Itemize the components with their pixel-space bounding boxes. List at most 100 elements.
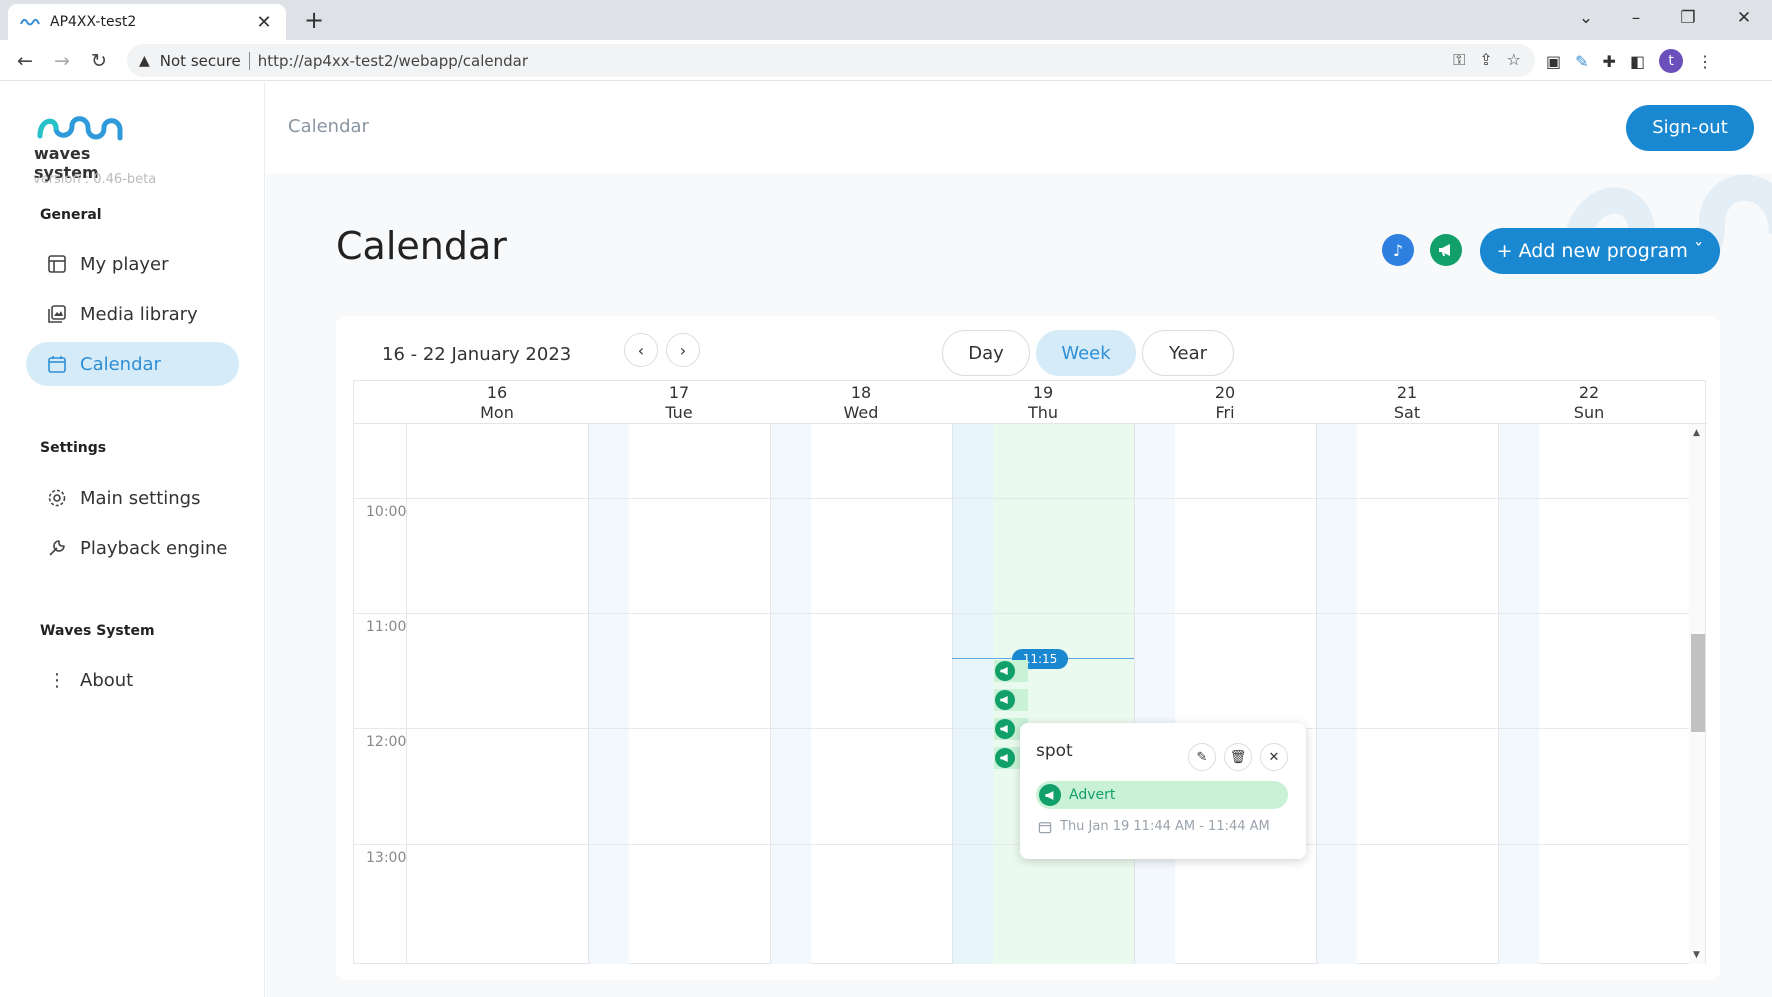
day-column-wed[interactable] (770, 424, 952, 964)
day-header-sun[interactable]: 22 Sun (1498, 383, 1680, 423)
calendar-icon (46, 353, 68, 375)
url-text[interactable]: http://ap4xx-test2/webapp/calendar (258, 52, 528, 70)
music-filter-icon[interactable]: ♪ (1382, 234, 1414, 266)
main-content: Calendar ♪ + Add new program ˇ 16 - 22 J… (266, 174, 1772, 997)
sidebar-item-label: Main settings (80, 487, 201, 509)
day-header-tue[interactable]: 17 Tue (588, 383, 770, 423)
top-bar: Calendar Sign-out (266, 82, 1772, 174)
hour-line (354, 498, 1691, 499)
advert-icon (995, 661, 1015, 681)
scroll-thumb[interactable] (1691, 634, 1705, 732)
day-column-sun[interactable] (1498, 424, 1691, 964)
trash-icon: 🗑 (1229, 749, 1247, 765)
calendar-small-icon (1038, 821, 1052, 833)
tab-close-icon[interactable]: ✕ (254, 12, 274, 33)
scroll-up-icon[interactable]: ▲ (1693, 428, 1700, 438)
advert-icon (995, 690, 1015, 710)
browser-tab-bar: AP4XX-test2 ✕ + ⌄ – ❐ ✕ (0, 0, 1772, 40)
next-week-button[interactable]: › (666, 333, 700, 367)
address-bar[interactable]: ▲ Not secure http://ap4xx-test2/webapp/c… (127, 44, 1535, 77)
divider (248, 51, 250, 70)
close-icon: ✕ (1268, 749, 1280, 765)
sidebar-item-playback-engine[interactable]: Playback engine (26, 526, 239, 570)
media-library-icon (46, 303, 68, 325)
menu-kebab-icon[interactable]: ⋮ (1697, 52, 1713, 71)
close-popup-button[interactable]: ✕ (1260, 743, 1288, 771)
sidebar-item-media-library[interactable]: Media library (26, 292, 239, 336)
day-header-wed[interactable]: 18 Wed (770, 383, 952, 423)
advert-icon (1039, 784, 1061, 806)
version-label: version : 0.46-beta (33, 172, 157, 187)
day-column-tue[interactable] (588, 424, 770, 964)
view-week-button[interactable]: Week (1036, 330, 1136, 376)
add-new-program-button[interactable]: + Add new program ˇ (1480, 228, 1720, 274)
sign-out-button[interactable]: Sign-out (1626, 105, 1754, 151)
new-tab-button[interactable]: + (300, 6, 328, 34)
view-day-button[interactable]: Day (942, 330, 1030, 376)
kebab-icon: ⋮ (48, 669, 66, 691)
section-waves-system: Waves System (40, 623, 155, 639)
popup-title: spot (1036, 741, 1073, 761)
chevron-right-icon: › (679, 340, 687, 360)
key-icon[interactable]: ⚿ (1453, 50, 1465, 70)
close-window-button[interactable]: ✕ (1724, 4, 1764, 32)
advert-icon (995, 719, 1015, 739)
day-header-sat[interactable]: 21 Sat (1316, 383, 1498, 423)
time-label: 12:00 (366, 734, 407, 750)
day-header-mon[interactable]: 16 Mon (406, 383, 588, 423)
sidebar-item-label: My player (80, 253, 169, 275)
view-year-button[interactable]: Year (1142, 330, 1234, 376)
profile-avatar[interactable]: t (1659, 49, 1684, 73)
minimize-button[interactable]: – (1616, 4, 1656, 32)
breadcrumb[interactable]: Calendar (288, 116, 369, 137)
prev-week-button[interactable]: ‹ (624, 333, 658, 367)
restore-button[interactable]: ❐ (1668, 4, 1708, 32)
side-panel-icon[interactable]: ◧ (1630, 52, 1645, 71)
advert-event[interactable] (994, 689, 1028, 711)
browser-toolbar: ← → ↻ ▲ Not secure http://ap4xx-test2/we… (0, 40, 1772, 81)
browser-tab[interactable]: AP4XX-test2 ✕ (8, 4, 286, 40)
feather-extension-icon[interactable]: ✎ (1575, 52, 1588, 71)
reload-icon[interactable]: ↻ (84, 46, 114, 76)
day-column-fri[interactable] (1134, 424, 1316, 964)
time-label: 13:00 (366, 850, 407, 866)
sidebar-item-my-player[interactable]: My player (26, 242, 239, 286)
forward-icon[interactable]: → (47, 46, 77, 76)
layout-icon (46, 253, 68, 275)
day-column-thu[interactable] (952, 424, 1134, 964)
day-column-sat[interactable] (1316, 424, 1498, 964)
event-type-tag: Advert (1036, 781, 1288, 809)
star-icon[interactable]: ☆ (1507, 50, 1521, 70)
advert-icon (995, 748, 1015, 768)
share-icon[interactable]: ⇪ (1479, 50, 1492, 70)
day-header-fri[interactable]: 20 Fri (1134, 383, 1316, 423)
sidebar-item-main-settings[interactable]: Main settings (26, 476, 239, 520)
section-general: General (40, 207, 102, 223)
back-icon[interactable]: ← (10, 46, 40, 76)
warning-icon: ▲ (139, 52, 150, 69)
day-header-thu[interactable]: 19 Thu (952, 383, 1134, 423)
sidebar: waves system version : 0.46-beta General… (0, 82, 265, 997)
day-header-row: 16 Mon 17 Tue 18 Wed 19 Thu 20 Fri 21 Sat 22 Su… (354, 381, 1707, 424)
advert-filter-icon[interactable] (1430, 234, 1462, 266)
edit-event-button[interactable]: ✎ (1188, 743, 1216, 771)
sidebar-item-calendar[interactable]: Calendar (26, 342, 239, 386)
section-settings: Settings (40, 440, 107, 456)
advert-event[interactable] (994, 660, 1028, 682)
week-grid: 16 Mon 17 Tue 18 Wed 19 Thu 20 Fri 21 Sat 22 Su… (353, 380, 1707, 964)
time-grid[interactable]: 10:00 11:00 12:00 13:00 11:15 (354, 424, 1691, 964)
sidebar-item-about[interactable]: ⋮ About (26, 658, 239, 702)
scrollbar[interactable]: ▲ ▼ (1689, 424, 1705, 964)
event-popup: spot ✎ 🗑 ✕ Advert Thu Jan 19 11:44 AM - … (1020, 723, 1306, 859)
time-label: 11:00 (366, 619, 407, 635)
sidebar-item-label: Media library (80, 303, 198, 325)
scroll-down-icon[interactable]: ▼ (1693, 950, 1700, 960)
puzzle-icon[interactable]: ✚ (1603, 52, 1616, 71)
event-time: Thu Jan 19 11:44 AM - 11:44 AM (1038, 819, 1270, 834)
extension-icon[interactable]: ▣ (1546, 52, 1561, 71)
delete-event-button[interactable]: 🗑 (1224, 743, 1252, 771)
waves-logo-icon (37, 116, 123, 141)
tab-search-icon[interactable]: ⌄ (1566, 4, 1606, 32)
day-column-mon[interactable] (406, 424, 588, 964)
time-label: 10:00 (366, 504, 407, 520)
